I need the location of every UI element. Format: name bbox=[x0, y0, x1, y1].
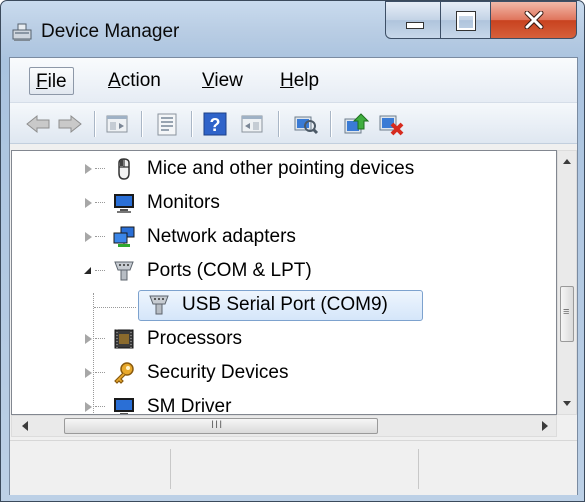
status-bar bbox=[10, 440, 577, 495]
tree-node-label: Ports (COM & LPT) bbox=[147, 260, 312, 281]
tree-node-label: SM Driver bbox=[147, 396, 232, 415]
menu-action[interactable]: Action bbox=[102, 67, 167, 95]
expand-arrow-icon[interactable] bbox=[85, 334, 92, 344]
expand-arrow-icon[interactable] bbox=[85, 368, 92, 378]
uninstall-device-icon[interactable] bbox=[377, 111, 405, 137]
tree-node-label: Monitors bbox=[147, 192, 220, 213]
port-icon bbox=[114, 261, 134, 281]
menu-view[interactable]: View bbox=[196, 67, 249, 95]
window-title: Device Manager bbox=[41, 21, 180, 42]
scroll-left-arrow-icon[interactable] bbox=[22, 421, 28, 431]
forward-icon[interactable] bbox=[56, 111, 84, 137]
vertical-scroll-thumb[interactable]: ≡ bbox=[560, 286, 574, 342]
menu-help[interactable]: Help bbox=[274, 67, 325, 95]
scrollbar-corner bbox=[557, 415, 577, 437]
svg-text:?: ? bbox=[210, 115, 221, 135]
show-hide-console-tree-icon[interactable] bbox=[103, 111, 131, 137]
tree-node-ports[interactable]: Ports (COM & LPT) bbox=[12, 255, 552, 287]
device-manager-icon bbox=[12, 23, 32, 41]
status-cell-3 bbox=[419, 449, 569, 489]
toolbar: ? bbox=[10, 103, 577, 144]
minimize-icon bbox=[406, 22, 424, 29]
close-icon bbox=[524, 11, 544, 29]
tree-node-mice[interactable]: Mice and other pointing devices bbox=[12, 153, 552, 185]
minimize-button[interactable] bbox=[385, 1, 441, 39]
expand-arrow-icon[interactable] bbox=[85, 164, 92, 174]
tree-connector bbox=[95, 202, 105, 204]
tree-node-processors[interactable]: Processors bbox=[12, 323, 552, 355]
menu-help-label: elp bbox=[293, 70, 320, 91]
tree-connector bbox=[95, 338, 105, 340]
monitor-icon bbox=[114, 194, 134, 213]
scroll-right-arrow-icon[interactable] bbox=[542, 421, 548, 431]
tree-node-security-devices[interactable]: Security Devices bbox=[12, 357, 552, 389]
tree-node-label: Mice and other pointing devices bbox=[147, 158, 415, 179]
update-driver-icon[interactable] bbox=[342, 111, 370, 137]
menu-bar: File Action View Help bbox=[10, 58, 577, 103]
tree-connector bbox=[95, 372, 105, 374]
tree-node-label: Network adapters bbox=[147, 226, 296, 247]
toolbar-separator bbox=[94, 111, 95, 137]
scroll-grip-icon: III bbox=[211, 419, 224, 431]
scroll-down-arrow-icon[interactable] bbox=[563, 401, 571, 406]
tree-connector bbox=[95, 270, 105, 272]
menu-action-mnemonic: A bbox=[108, 70, 121, 91]
status-cell-2 bbox=[171, 449, 419, 489]
menu-file-label: ile bbox=[47, 71, 67, 92]
properties-icon[interactable] bbox=[153, 111, 181, 137]
network-adapter-icon bbox=[113, 226, 135, 247]
collapse-arrow-icon[interactable] bbox=[84, 267, 91, 274]
menu-view-mnemonic: V bbox=[202, 70, 215, 91]
tree-node-network-adapters[interactable]: Network adapters bbox=[12, 221, 552, 253]
tree-connector bbox=[95, 406, 105, 408]
client-area: File Action View Help ? Mice and other p… bbox=[9, 57, 578, 495]
maximize-icon bbox=[456, 11, 476, 31]
tree-node-label: USB Serial Port (COM9) bbox=[182, 294, 388, 315]
menu-help-mnemonic: H bbox=[280, 70, 294, 91]
vertical-scrollbar[interactable]: ≡ bbox=[557, 150, 577, 415]
scroll-up-arrow-icon[interactable] bbox=[563, 159, 571, 164]
tree-connector bbox=[95, 236, 105, 238]
tree-node-label: Processors bbox=[147, 328, 243, 349]
show-action-pane-icon[interactable] bbox=[238, 111, 266, 137]
expand-arrow-icon[interactable] bbox=[85, 198, 92, 208]
toolbar-separator bbox=[141, 111, 142, 137]
tree-connector bbox=[94, 307, 136, 309]
tree-node-label: Security Devices bbox=[147, 362, 289, 383]
expand-arrow-icon[interactable] bbox=[85, 232, 92, 242]
tree-node-usb-serial-port[interactable]: USB Serial Port (COM9) bbox=[12, 289, 552, 321]
scroll-grip-icon: ≡ bbox=[563, 306, 570, 318]
title-bar[interactable]: Device Manager bbox=[1, 1, 584, 57]
toolbar-separator bbox=[278, 111, 279, 137]
monitor-icon bbox=[114, 398, 134, 414]
tree-node-sm-driver[interactable]: SM Driver bbox=[12, 391, 552, 415]
device-manager-window: Device Manager File Action View Help ? M… bbox=[0, 0, 585, 502]
status-cell-1 bbox=[10, 449, 171, 489]
menu-action-label: ction bbox=[120, 70, 161, 91]
maximize-button[interactable] bbox=[441, 1, 491, 39]
tree-node-monitors[interactable]: Monitors bbox=[12, 187, 552, 219]
help-icon[interactable]: ? bbox=[201, 111, 229, 137]
menu-file-mnemonic: F bbox=[36, 71, 48, 92]
key-icon bbox=[114, 362, 134, 384]
tree-connector bbox=[95, 168, 105, 170]
scan-hardware-icon[interactable] bbox=[292, 111, 320, 137]
device-tree[interactable]: Mice and other pointing devices Monitors… bbox=[11, 150, 557, 415]
menu-file[interactable]: File bbox=[29, 67, 74, 95]
menu-view-label: iew bbox=[214, 70, 243, 91]
expand-arrow-icon[interactable] bbox=[85, 402, 92, 412]
horizontal-scrollbar[interactable]: III bbox=[11, 415, 557, 437]
toolbar-separator bbox=[330, 111, 331, 137]
close-button[interactable] bbox=[491, 1, 577, 39]
back-icon[interactable] bbox=[24, 111, 52, 137]
port-icon bbox=[149, 295, 169, 315]
processor-icon bbox=[114, 329, 134, 349]
mouse-icon bbox=[118, 158, 130, 180]
toolbar-separator bbox=[191, 111, 192, 137]
horizontal-scroll-thumb[interactable]: III bbox=[64, 418, 378, 434]
